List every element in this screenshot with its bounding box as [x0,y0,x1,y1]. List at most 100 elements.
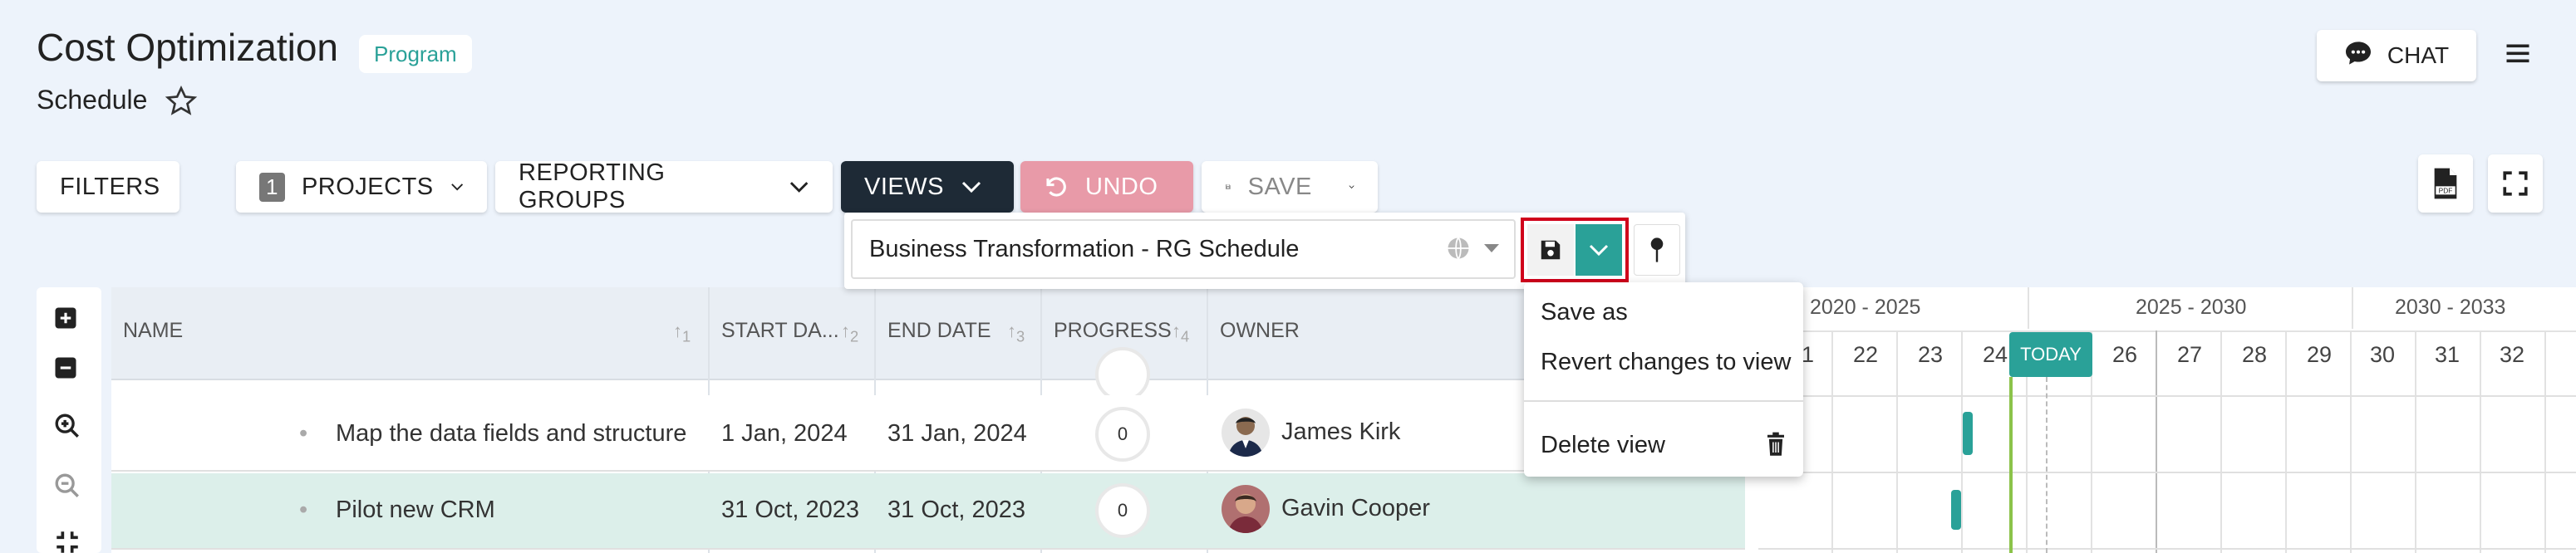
bullet-icon: • [299,497,308,523]
view-select-icons [1446,236,1501,261]
task-end-date: 31 Oct, 2023 [887,497,1026,523]
gantt-bar[interactable] [1951,490,1961,530]
gantt-year: 24 [1983,342,2008,367]
gantt-year: 32 [2500,342,2525,367]
sort-index: 2 [850,327,859,345]
zoom-out-icon[interactable] [53,472,83,502]
gantt-gridline [2544,330,2546,553]
zoom-in-icon[interactable] [53,412,83,442]
today-marker: TODAY [2009,332,2092,377]
gantt-divider [2028,287,2029,329]
column-header-progress[interactable]: PROGRESS [1054,319,1172,343]
column-header-name[interactable]: NAME [123,319,183,343]
column-header-start-date[interactable]: START DA... [721,319,839,343]
sort-icon[interactable]: ↑4 [1172,321,1189,345]
save-label: SAVE [1247,173,1312,200]
column-header-end-date[interactable]: END DATE [887,319,991,343]
sort-index: 4 [1181,327,1190,345]
program-badge: Program [359,35,472,73]
page-subtitle: Schedule [37,85,148,115]
chevron-down-icon[interactable] [1349,179,1354,194]
menu-item-delete-view[interactable]: Delete view [1541,432,1665,459]
task-name[interactable]: Pilot new CRM [336,497,495,524]
menu-item-revert-changes[interactable]: Revert changes to view [1541,349,1791,376]
pdf-export-icon[interactable]: PDF [2418,154,2473,213]
chat-button[interactable]: CHAT [2317,30,2476,81]
zoom-toolbar [37,287,101,553]
save-view-dropdown-button[interactable] [1576,224,1622,276]
views-button[interactable]: VIEWS [841,161,1014,213]
floppy-disk-icon [1541,240,1561,260]
sort-index: 1 [682,327,691,345]
chat-icon [2344,41,2372,71]
undo-icon [1046,177,1066,197]
gantt-period: 2025 - 2030 [2136,296,2247,319]
task-start-date: 31 Oct, 2023 [721,497,860,523]
pin-view-button[interactable] [1634,224,1680,276]
gantt-year: 23 [1918,342,1944,367]
gantt-gridline [2350,330,2352,553]
save-view-menu: Save as Revert changes to view Delete vi… [1524,282,1803,477]
save-button[interactable]: SAVE [1202,161,1378,213]
chat-label: CHAT [2387,42,2450,68]
star-icon[interactable] [165,85,198,118]
save-view-button[interactable] [1527,224,1574,276]
collapse-all-icon[interactable] [53,355,83,385]
fit-to-screen-icon[interactable] [53,528,83,553]
task-name[interactable]: Map the data fields and structure [336,420,686,448]
svg-text:PDF: PDF [2439,187,2453,195]
gantt-gridline [1831,330,1833,553]
menu-item-save-as[interactable]: Save as [1541,299,1628,326]
gantt-row-divider [1758,395,2576,397]
gantt-gridline [2220,330,2222,553]
gantt-year: 22 [1853,342,1879,367]
reporting-groups-label: REPORTING GROUPS [519,159,666,213]
gantt-gridline [1896,330,1898,553]
caret-down-icon[interactable] [1482,242,1501,254]
sort-icon[interactable]: ↑3 [1007,321,1025,345]
gantt-year: 27 [2177,342,2203,367]
expand-all-icon[interactable] [53,306,83,335]
hamburger-menu-icon[interactable] [2503,38,2533,68]
projects-count-badge: 1 [259,172,285,202]
today-line [2009,377,2013,553]
projects-label: PROJECTS [301,173,434,200]
owner-name: James Kirk [1281,418,1401,445]
chevron-down-icon [450,184,463,191]
sort-icon[interactable]: ↑1 [673,321,691,345]
projects-button[interactable]: 1 PROJECTS [236,161,487,213]
bullet-icon: • [299,420,308,447]
gantt-divider [2352,287,2353,329]
sort-icon[interactable]: ↑2 [841,321,858,345]
trash-icon[interactable] [1765,432,1787,461]
filters-button[interactable]: FILTERS [37,161,179,213]
fullscreen-icon[interactable] [2488,154,2543,213]
gantt-year: 31 [2435,342,2460,367]
column-header-owner[interactable]: OWNER [1220,319,1300,343]
chevron-down-icon [961,181,981,193]
gantt-year: 1 [1802,342,1815,367]
reporting-groups-button[interactable]: REPORTING GROUPS [495,159,833,213]
views-label: VIEWS [864,173,944,200]
undo-button[interactable]: UNDO [1020,161,1193,213]
gantt-year: 29 [2307,342,2333,367]
owner-name: Gavin Cooper [1281,495,1430,521]
progress-indicator [1095,347,1150,402]
page-title: Cost Optimization [37,26,339,69]
progress-indicator: 0 [1095,483,1150,538]
gantt-year: 30 [2370,342,2396,367]
avatar [1222,485,1270,533]
sort-index: 3 [1016,327,1025,345]
gantt-year: 26 [2112,342,2138,367]
chevron-down-icon [1589,244,1609,257]
gantt-gridline [2156,330,2157,553]
gantt-period: 2020 - 2025 [1810,296,1921,319]
today-dashed-line [2046,377,2048,553]
view-select[interactable]: Business Transformation - RG Schedule [851,219,1516,279]
gantt-bar[interactable] [1963,412,1973,455]
menu-divider [1524,400,1803,402]
globe-icon [1448,237,1469,260]
filters-label: FILTERS [60,173,160,200]
gantt-row-divider [1758,548,2576,550]
gantt-year: 28 [2242,342,2268,367]
